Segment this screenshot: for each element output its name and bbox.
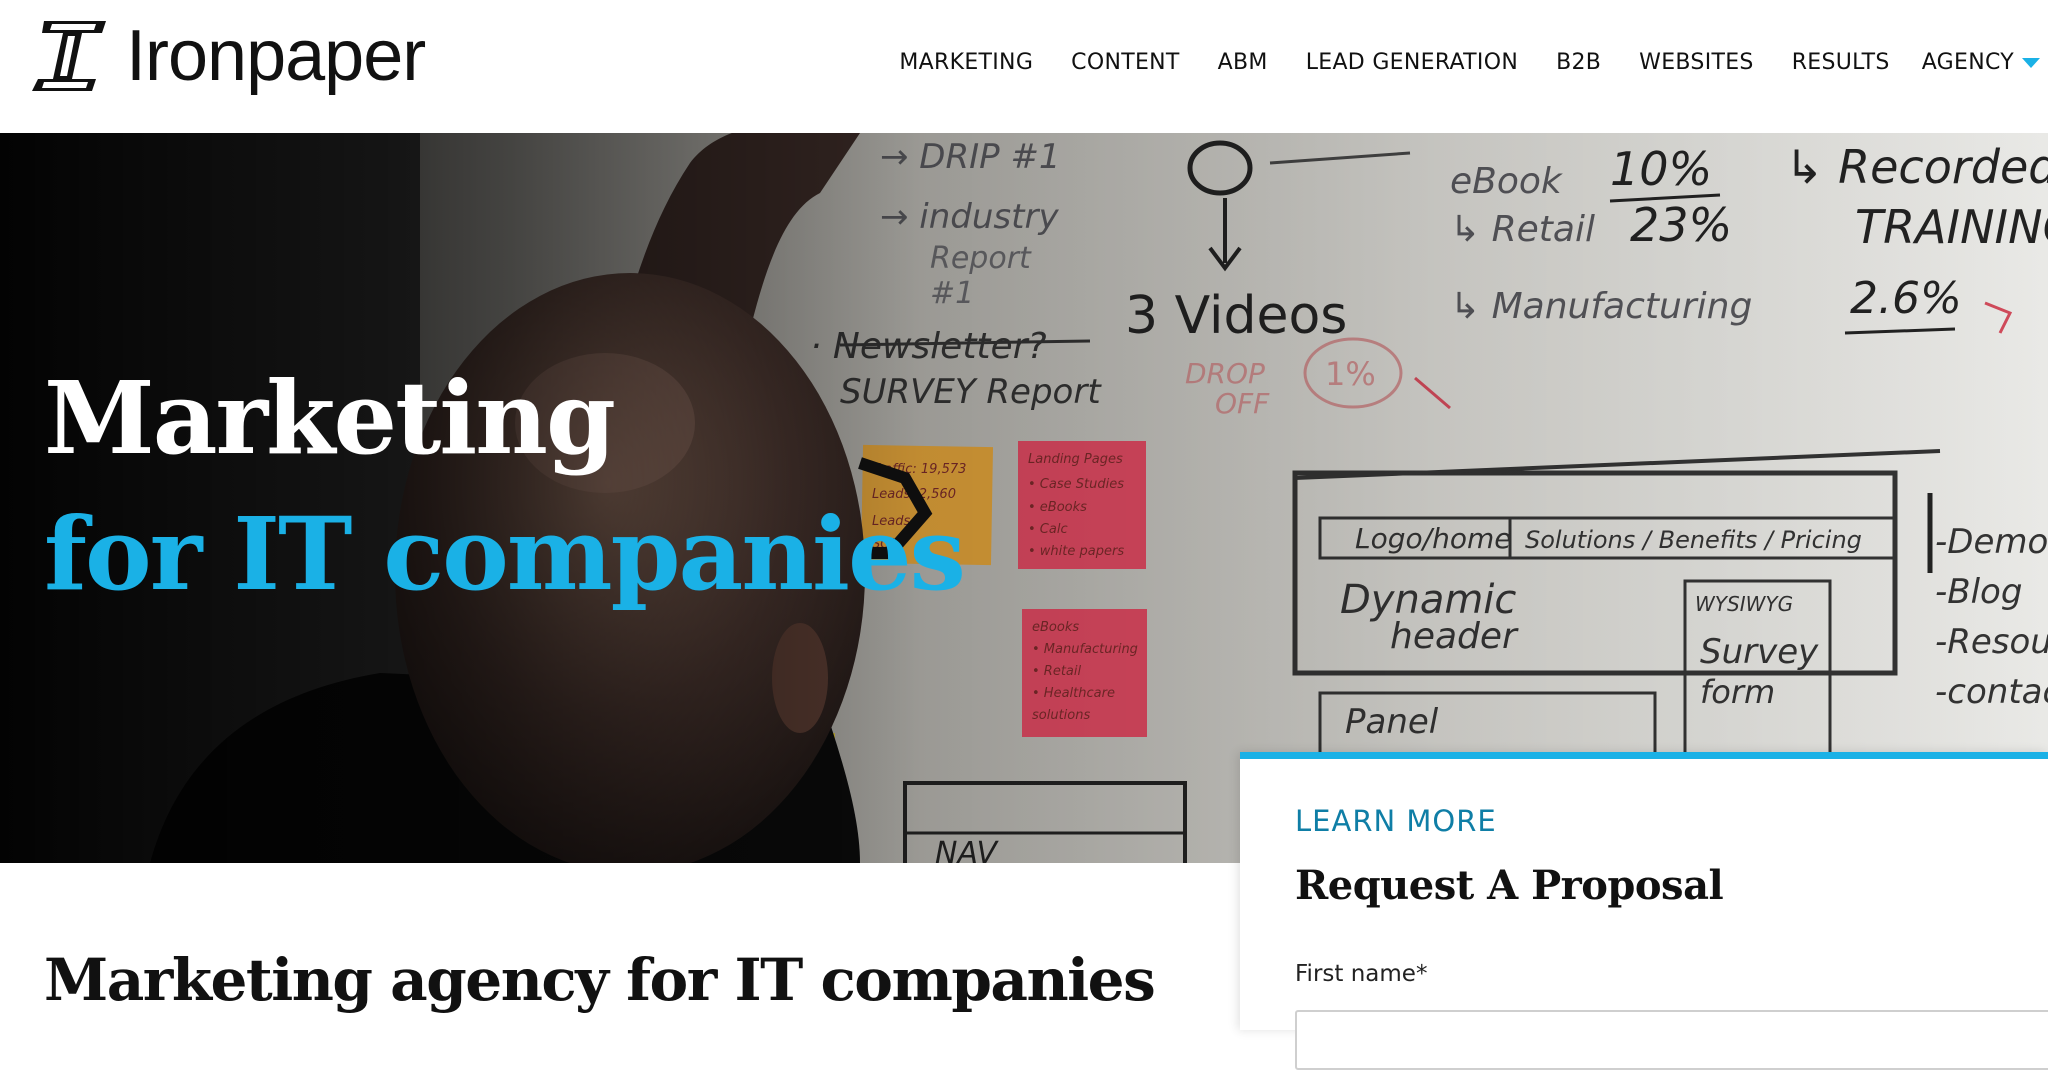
chevron-down-icon bbox=[2022, 57, 2040, 68]
nav-item-agency[interactable]: AGENCY bbox=[1922, 50, 2040, 75]
nav-item-agency-label: AGENCY bbox=[1921, 50, 2014, 75]
nav-item-marketing[interactable]: MARKETING bbox=[899, 50, 1033, 75]
logo-link[interactable]: Ironpaper bbox=[30, 16, 426, 96]
hero-title-line2: for IT companies bbox=[44, 495, 966, 613]
proposal-title: Request A Proposal bbox=[1295, 862, 1724, 909]
section-heading: Marketing agency for IT companies bbox=[44, 946, 1156, 1014]
logo-text: Ironpaper bbox=[126, 16, 426, 96]
proposal-form-card: LEARN MORE Request A Proposal First name… bbox=[1240, 752, 2048, 1070]
hero-title: Marketing for IT companies bbox=[44, 350, 966, 622]
nav-item-b2b[interactable]: B2B bbox=[1556, 50, 1601, 75]
first-name-label: First name* bbox=[1295, 961, 1428, 987]
hero-title-line1: Marketing bbox=[44, 359, 616, 477]
nav-item-content[interactable]: CONTENT bbox=[1071, 50, 1179, 75]
site-header: Ironpaper MARKETING CONTENT ABM LEAD GEN… bbox=[0, 0, 2048, 133]
nav-item-websites[interactable]: WEBSITES bbox=[1639, 50, 1754, 75]
first-name-field[interactable] bbox=[1295, 1010, 2048, 1070]
nav-item-abm[interactable]: ABM bbox=[1218, 50, 1268, 75]
nav-item-results[interactable]: RESULTS bbox=[1792, 50, 1890, 75]
nav-item-lead-generation[interactable]: LEAD GENERATION bbox=[1306, 50, 1518, 75]
ironpaper-logo-icon bbox=[32, 21, 106, 91]
proposal-eyebrow: LEARN MORE bbox=[1295, 804, 1497, 838]
main-nav: MARKETING CONTENT ABM LEAD GENERATION B2… bbox=[861, 50, 2040, 75]
